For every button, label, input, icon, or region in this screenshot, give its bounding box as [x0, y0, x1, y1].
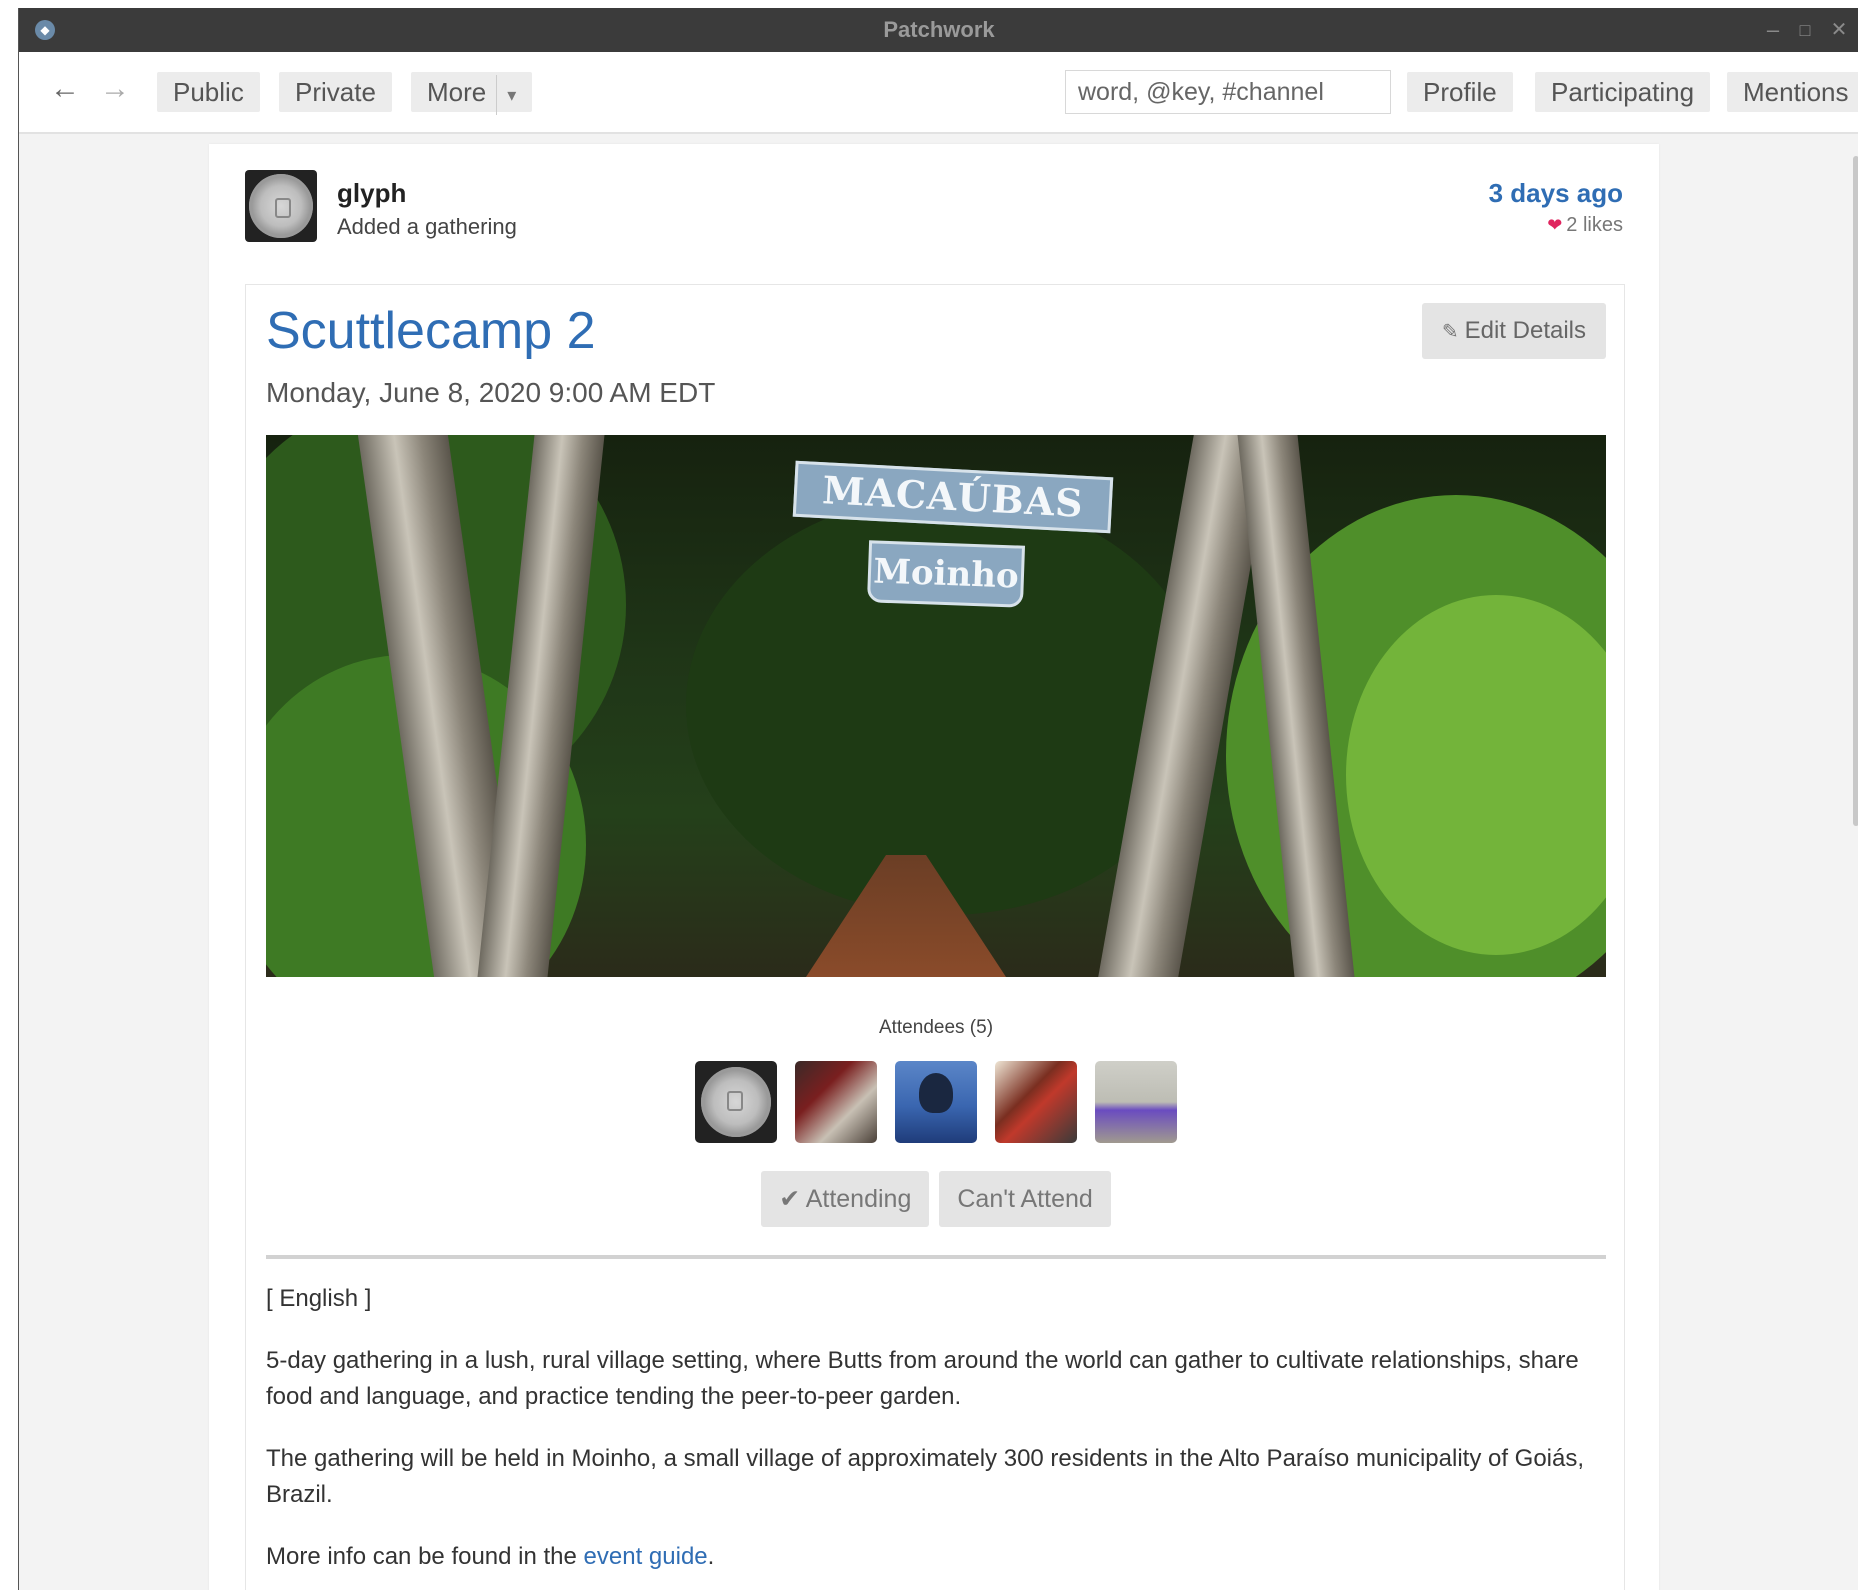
vertical-scrollbar[interactable] — [1853, 156, 1858, 826]
back-icon[interactable]: ← — [45, 72, 85, 106]
author-avatar[interactable] — [245, 170, 317, 242]
description-paragraph: More info can be found in the event guid… — [266, 1539, 1606, 1575]
attendee-avatar[interactable] — [795, 1061, 877, 1143]
nav-mentions-button[interactable]: Mentions — [1727, 72, 1858, 112]
forward-icon[interactable]: → — [95, 72, 135, 106]
attendees-label: Attendees (5) — [878, 1017, 994, 1038]
avatar-coin-image — [701, 1067, 771, 1137]
maximize-icon[interactable]: □ — [1791, 16, 1819, 44]
gathering-title[interactable]: Scuttlecamp 2 — [266, 301, 596, 361]
description-paragraph: 5-day gathering in a lush, rural village… — [266, 1347, 1579, 1410]
image-sign-bottom: Moinho — [866, 540, 1026, 608]
window-title: Patchwork — [883, 17, 995, 42]
pencil-icon: ✎ — [1441, 321, 1459, 343]
nav-profile-button[interactable]: Profile — [1407, 72, 1513, 112]
gathering-card: Scuttlecamp 2 Monday, June 8, 2020 9:00 … — [245, 284, 1625, 1590]
avatar-coin-image — [249, 174, 313, 238]
edit-details-button[interactable]: ✎ Edit Details — [1421, 303, 1606, 359]
author-name[interactable]: glyph — [337, 178, 406, 209]
close-icon[interactable]: ✕ — [1825, 16, 1853, 44]
app-window: ◆ Patchwork – □ ✕ ← → Public Private Mor… — [18, 8, 1858, 1590]
attending-button[interactable]: ✔ Attending — [761, 1171, 930, 1227]
description-language: [ English ] — [266, 1285, 372, 1312]
chevron-down-icon: ▾ — [496, 75, 516, 115]
nav-private-button[interactable]: Private — [279, 72, 392, 112]
description-paragraph: The gathering will be held in Moinho, a … — [266, 1445, 1585, 1508]
minimize-icon[interactable]: – — [1759, 16, 1787, 44]
edit-details-label: Edit Details — [1464, 317, 1586, 344]
likes-count[interactable]: ❤ 2 likes — [1547, 214, 1623, 237]
title-bar: ◆ Patchwork – □ ✕ — [19, 8, 1858, 52]
attendee-avatar[interactable] — [895, 1061, 977, 1143]
heart-icon: ❤ — [1547, 215, 1563, 235]
gathering-date: Monday, June 8, 2020 9:00 AM EDT — [266, 377, 716, 408]
post-action: Added a gathering — [337, 214, 517, 239]
event-guide-link[interactable]: event guide — [584, 1543, 708, 1570]
more-info-prefix: More info can be found in the — [266, 1543, 584, 1570]
search-input[interactable] — [1065, 70, 1391, 114]
nav-participating-button[interactable]: Participating — [1535, 72, 1711, 112]
attendee-avatar[interactable] — [695, 1061, 777, 1143]
nav-public-button[interactable]: Public — [157, 72, 260, 112]
divider — [266, 1255, 1606, 1259]
gathering-description: [ English ] 5-day gathering in a lush, r… — [266, 1281, 1606, 1590]
top-nav: ← → Public Private More ▾ Profile Partici… — [19, 52, 1858, 134]
nav-more-button[interactable]: More ▾ — [411, 72, 533, 115]
nav-more-label: More — [427, 77, 487, 107]
likes-label: 2 likes — [1566, 214, 1623, 236]
attendee-list — [246, 1061, 1626, 1143]
post-card: glyph Added a gathering 3 days ago ❤ 2 li… — [209, 144, 1659, 1590]
attendee-avatar[interactable] — [1095, 1061, 1177, 1143]
rsvp-buttons: ✔ Attending Can't Attend — [246, 1171, 1626, 1227]
cant-attend-button[interactable]: Can't Attend — [939, 1171, 1111, 1227]
more-info-suffix: . — [707, 1543, 715, 1570]
attendee-avatar[interactable] — [995, 1061, 1077, 1143]
gathering-image: MACAÚBAS Moinho — [266, 435, 1606, 977]
post-timestamp[interactable]: 3 days ago — [1489, 178, 1623, 209]
